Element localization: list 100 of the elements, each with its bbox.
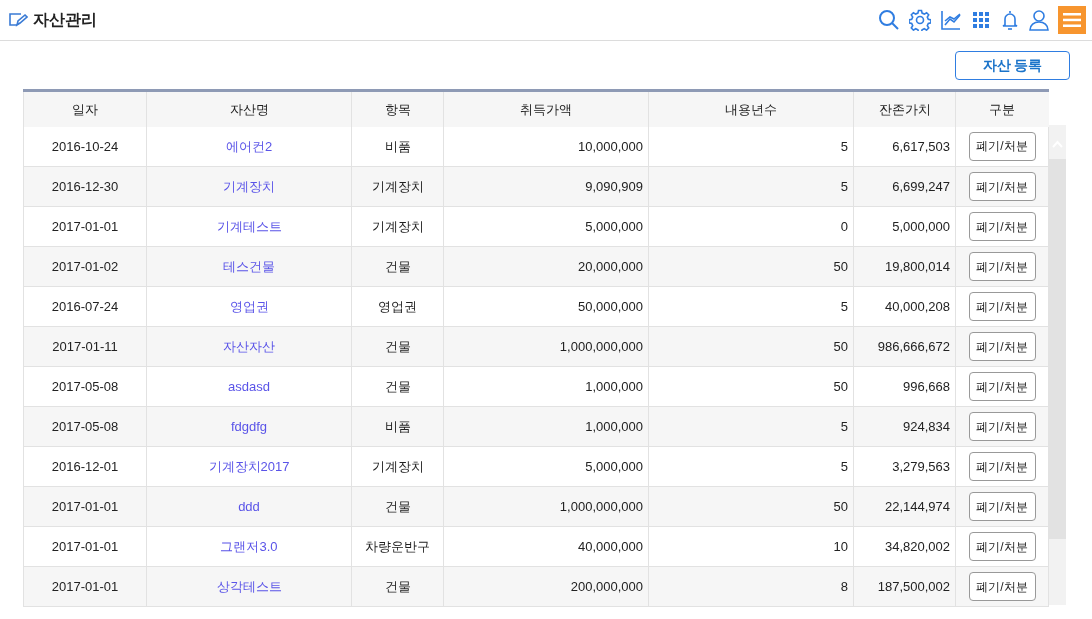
table-cell: 50 [833,258,848,274]
table-cell: 기계장치 [371,178,424,194]
grid-icon[interactable] [971,10,991,30]
column-header: 항목 [384,101,411,117]
table-cell: 50,000,000 [577,298,643,314]
table-cell: 19,800,014 [884,258,950,274]
table-cell: 건물 [384,258,411,274]
settings-icon[interactable] [909,9,931,31]
table-cell: 5,000,000 [892,218,950,234]
asset-name-link[interactable]: 상각테스트 [216,578,282,594]
column-header: 잔존가치 [878,101,931,117]
table-cell: 2017-01-02 [51,258,119,274]
asset-name-link[interactable]: 기계테스트 [216,218,282,234]
table-cell: 6,699,247 [892,178,950,194]
asset-name-link[interactable]: fdgdfg [230,418,268,434]
page-title: 자산관리 [33,10,97,30]
table-cell: 1,000,000,000 [559,498,643,514]
table-cell: 차량운반구 [365,538,430,554]
table-cell: 기계장치 [371,458,424,474]
table-cell: 187,500,002 [877,578,950,594]
table-cell: 6,617,503 [892,138,950,154]
table-cell: 996,668 [903,378,950,394]
user-icon[interactable] [1029,9,1049,31]
table-cell: 986,666,672 [877,338,950,354]
table-cell: 5 [840,458,848,474]
table-cell: 비품 [384,418,411,434]
asset-name-link[interactable]: 에어컨2 [225,138,273,154]
asset-name-link[interactable]: 기계장치2017 [208,458,290,474]
table-cell: 40,000,000 [577,538,643,554]
asset-name-link[interactable]: asdasd [228,378,270,394]
column-header: 자산명 [229,101,269,117]
table-cell: 2017-05-08 [51,418,119,434]
table-cell: 2017-01-11 [52,338,118,354]
table-cell: 2017-01-01 [51,218,119,234]
asset-name-link[interactable]: ddd [238,498,260,514]
table-cell: 영업권 [378,298,417,314]
table-cell: 건물 [384,338,411,354]
table-cell: 40,000,208 [884,298,950,314]
dispose-button[interactable]: 폐기/처분 [968,332,1036,361]
table-cell: 50 [833,498,848,514]
table-cell: 2016-07-24 [51,298,119,314]
dispose-button[interactable]: 폐기/처분 [968,131,1036,161]
table-cell: 10,000,000 [577,138,643,154]
dispose-button[interactable]: 폐기/처분 [968,252,1036,281]
dispose-button[interactable]: 폐기/처분 [968,572,1036,601]
dispose-button[interactable]: 폐기/처분 [968,452,1036,481]
table-cell: 200,000,000 [570,578,643,594]
search-icon[interactable] [878,9,900,31]
table-cell: 2017-01-01 [51,578,119,594]
menu-icon [1063,13,1081,27]
table-cell: 50 [833,338,848,354]
table-cell: 1,000,000 [585,378,643,394]
table-cell: 5 [840,138,848,154]
table-cell: 8 [840,578,848,594]
table-cell: 건물 [384,578,411,594]
dispose-button[interactable]: 폐기/처분 [968,492,1036,521]
asset-name-link[interactable]: 그랜저3.0 [220,538,278,554]
table-cell: 1,000,000 [585,418,643,434]
table-cell: 5 [840,298,848,314]
table-cell: 10 [833,538,848,554]
asset-name-link[interactable]: 영업권 [229,298,269,314]
asset-name-link[interactable]: 자산자산 [223,338,275,354]
table-cell: 5 [840,178,848,194]
menu-button[interactable] [1058,6,1086,34]
table-cell: 22,144,974 [884,498,950,514]
scrollbar[interactable] [1049,125,1066,605]
dispose-button[interactable]: 폐기/처분 [968,212,1036,241]
column-header: 취득가액 [520,101,572,117]
dispose-button[interactable]: 폐기/처분 [968,172,1036,201]
column-header: 내용년수 [725,101,777,117]
table-cell: 9,090,909 [585,178,643,194]
table-cell: 924,834 [903,418,950,434]
edit-tag-icon [8,12,28,28]
table-cell: 50 [833,378,848,394]
table-cell: 2017-05-08 [51,378,119,394]
table-cell: 2017-01-01 [51,498,119,514]
dispose-button[interactable]: 폐기/처분 [968,292,1036,321]
dispose-button[interactable]: 폐기/처분 [968,372,1036,401]
table-cell: 2017-01-01 [51,538,119,554]
table-cell: 2016-12-01 [51,458,119,474]
table-cell: 20,000,000 [577,258,643,274]
table-cell: 건물 [384,378,411,394]
asset-name-link[interactable]: 테스건물 [223,258,275,274]
bell-icon[interactable] [1000,9,1020,31]
register-button[interactable]: 자산 등록 [955,51,1070,80]
table-cell: 5,000,000 [585,218,643,234]
table-cell: 34,820,002 [884,538,950,554]
table-cell: 5 [840,418,848,434]
table-cell: 5,000,000 [585,458,643,474]
table-cell: 2016-12-30 [51,178,119,194]
table-cell: 1,000,000,000 [559,338,643,354]
asset-name-link[interactable]: 기계장치 [223,178,275,194]
line-chart-icon[interactable] [940,9,962,31]
dispose-button[interactable]: 폐기/처분 [968,412,1036,441]
dispose-button[interactable]: 폐기/처분 [968,532,1036,561]
column-header: 일자 [72,101,98,117]
table-cell: 기계장치 [371,218,424,234]
table-cell: 2016-10-24 [51,138,119,154]
table-cell: 건물 [384,498,411,514]
table-cell: 비품 [384,138,411,154]
